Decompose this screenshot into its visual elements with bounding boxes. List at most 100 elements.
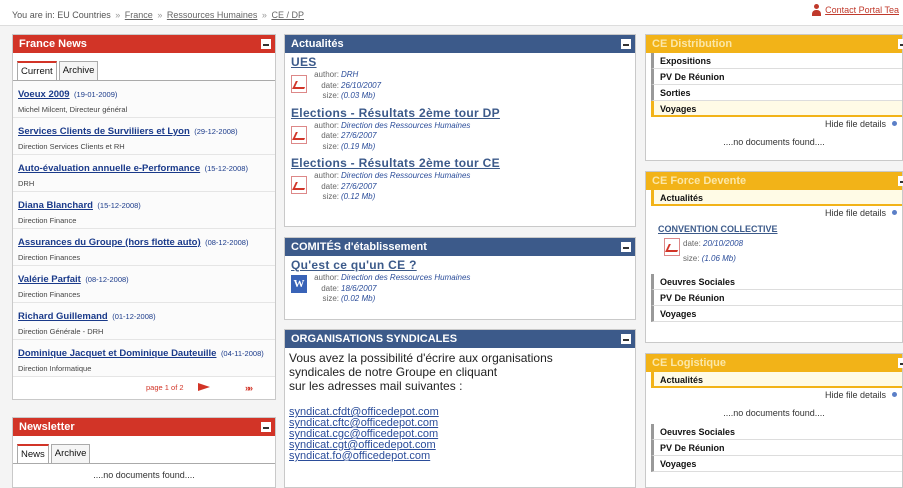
menu-item-pv-reunion[interactable]: PV De Réunion [651,440,902,456]
menu-item-expositions[interactable]: Expositions [651,53,902,69]
panel-title: COMITÉS d'établissement [291,241,427,253]
hide-file-details-toggle[interactable]: Hide file details [646,388,902,402]
list-item: Services Clients de Surviliiers et Lyon … [13,118,275,155]
list-item: Voeux 2009 (19-01-2009) Michel Milcent, … [13,81,275,118]
news-date: (15-12-2008) [97,201,141,210]
news-title-link[interactable]: Assurances du Groupe (hors flotte auto) [18,237,201,248]
empty-message: ....no documents found.... [723,137,825,147]
category-menu: Oeuvres Sociales PV De Réunion Voyages [646,274,902,322]
size-value: (1.06 Mb) [701,254,736,263]
menu-item-actualites[interactable]: Actualités [651,372,902,388]
minimize-icon[interactable] [261,39,271,49]
minimize-icon[interactable] [621,39,631,49]
menu-item-voyages[interactable]: Voyages [651,101,902,117]
news-source: Michel Milcent, Directeur général [18,105,128,114]
size-label: size: [322,192,339,201]
date-value: 27/6/2007 [341,181,377,191]
news-title-link[interactable]: Richard Guillemand [18,311,108,322]
intro-line: Vous avez la possibilité d'écrire aux or… [289,351,553,365]
next-page-icon[interactable] [198,383,210,391]
comites-panel: COMITÉS d'établissement Qu'est ce qu'un … [284,237,636,320]
news-source: Direction Services Clients et RH [18,142,125,151]
panel-title: CE Force Devente [652,175,747,187]
hide-file-details-toggle[interactable]: Hide file details [646,206,902,220]
document-title-link[interactable]: UES [291,55,629,69]
panel-title: Actualités [291,38,344,50]
tab-archive[interactable]: Archive [58,61,99,80]
breadcrumb-link-cedp[interactable]: CE / DP [271,10,304,20]
ce-force-panel: CE Force Devente Actualités Hide file de… [645,171,903,343]
hide-file-details-toggle[interactable]: Hide file details [646,117,902,131]
minimize-icon[interactable] [898,39,903,49]
news-title-link[interactable]: Voeux 2009 [18,89,70,100]
contact-portal-team[interactable]: Contact Portal Tea [812,4,899,16]
ce-force-header: CE Force Devente [646,172,903,190]
news-title-link[interactable]: Dominique Jacquet et Dominique Dauteuill… [18,348,216,359]
date-label: date: [321,131,339,140]
comites-header: COMITÉS d'établissement [285,238,635,256]
news-title-link[interactable]: Valérie Parfait [18,274,81,285]
pdf-icon [291,176,307,194]
minimize-icon[interactable] [621,334,631,344]
menu-item-voyages[interactable]: Voyages [651,456,902,472]
contact-link[interactable]: Contact Portal Tea [825,5,899,15]
category-menu: Oeuvres Sociales PV De Réunion Voyages [646,424,902,472]
document-title-link[interactable]: Elections - Résultats 2ème tour CE [291,156,629,170]
news-source: DRH [18,179,35,188]
document-title-link[interactable]: Elections - Résultats 2ème tour DP [291,106,629,120]
size-label: size: [683,254,700,263]
minimize-icon[interactable] [621,242,631,252]
news-source: Direction Finance [18,216,77,225]
news-date: (19-01-2009) [74,90,118,99]
tab-archive[interactable]: Archive [50,444,91,463]
menu-item-actualites[interactable]: Actualités [651,190,902,206]
size-value: (0.12 Mb) [341,192,376,201]
intro-line: syndicales de notre Groupe en cliquant [289,365,498,379]
menu-item-pv-reunion[interactable]: PV De Réunion [651,69,902,85]
intro-line: sur les adresses mail suivantes : [289,379,463,393]
news-title-link[interactable]: Services Clients de Surviliiers et Lyon [18,126,190,137]
pdf-icon [291,125,307,144]
list-item: Valérie Parfait (08-12-2008) Direction F… [13,266,275,303]
tab-news[interactable]: News [17,444,49,463]
document-title-link[interactable]: CONVENTION COLLECTIVE [646,220,902,236]
date-value: 18/6/2007 [341,283,377,293]
minimize-icon[interactable] [898,358,903,368]
panel-title: ORGANISATIONS SYNDICALES [291,333,458,345]
news-source: Direction Finances [18,253,81,262]
news-source: Direction Générale - DRH [18,327,104,336]
empty-message: ....no documents found.... [93,470,195,480]
minimize-icon[interactable] [261,422,271,432]
date-value: 27/6/2007 [341,131,377,140]
person-icon [812,4,822,16]
news-title-link[interactable]: Auto-évaluation annuelle e-Performance [18,163,200,174]
menu-item-oeuvres[interactable]: Oeuvres Sociales [651,424,902,440]
menu-item-sorties[interactable]: Sorties [651,85,902,101]
email-link-fo[interactable]: syndicat.fo@officedepot.com [289,451,631,462]
date-value: 26/10/2007 [341,80,382,90]
list-item: Dominique Jacquet et Dominique Dauteuill… [13,340,275,377]
menu-item-pv-reunion[interactable]: PV De Réunion [651,290,902,306]
size-label: size: [322,141,339,151]
news-date: (15-12-2008) [204,164,248,173]
ce-logistique-header: CE Logistique [646,354,903,372]
list-item: Assurances du Groupe (hors flotte auto) … [13,229,275,266]
minimize-icon[interactable] [898,176,903,186]
ce-logistique-panel: CE Logistique Actualités Hide file detai… [645,353,903,488]
news-title-link[interactable]: Diana Blanchard [18,200,93,211]
list-item: Richard Guillemand (01-12-2008) Directio… [13,303,275,340]
page-indicator: page 1 of 2 [146,383,184,392]
menu-item-voyages[interactable]: Voyages [651,306,902,322]
pagination: page 1 of 2 »» [13,377,275,399]
menu-item-oeuvres[interactable]: Oeuvres Sociales [651,274,902,290]
author-label: author: [314,273,339,282]
document-title-link[interactable]: Qu'est ce qu'un CE ? [291,258,629,272]
news-date: (04-11-2008) [220,349,264,358]
word-document-icon: W [291,275,307,293]
last-page-icon[interactable]: »» [245,383,253,393]
breadcrumb-link-rh[interactable]: Ressources Humaines [167,10,258,20]
breadcrumb-link-france[interactable]: France [125,10,153,20]
tab-current[interactable]: Current [17,61,57,80]
newsletter-tabs: News Archive [13,436,275,464]
actualites-header: Actualités [285,35,635,53]
